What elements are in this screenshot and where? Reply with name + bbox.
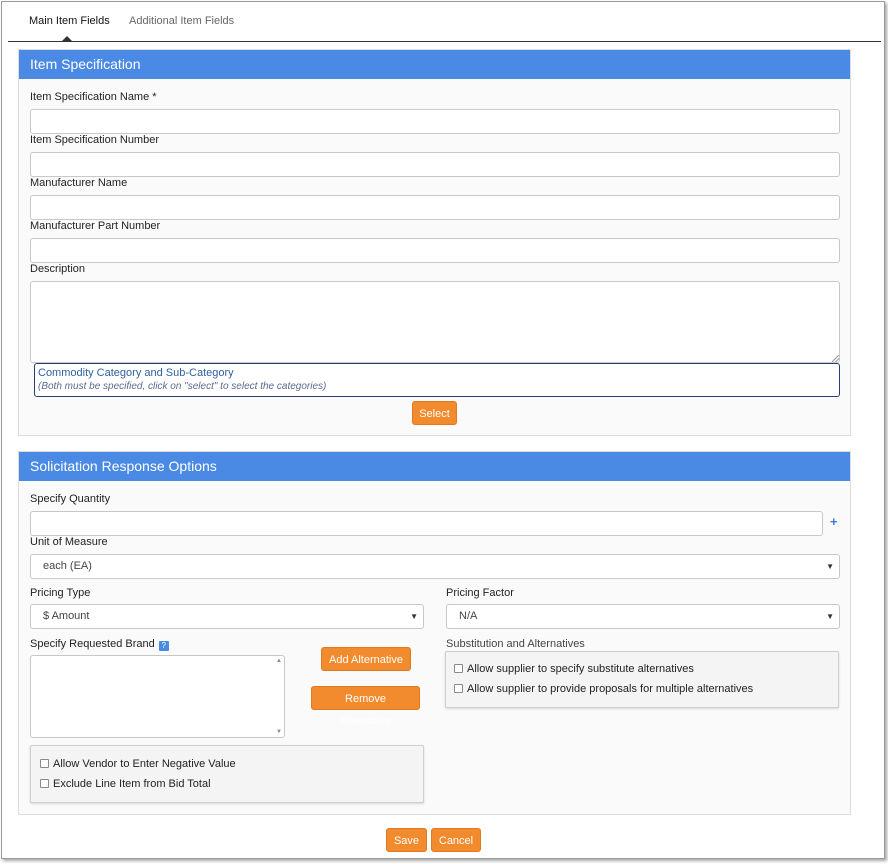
unit-of-measure-label: Unit of Measure (30, 536, 108, 548)
pricing-factor-value: N/A (459, 610, 478, 622)
allow-multiple-checkbox-row[interactable]: Allow supplier to provide proposals for … (454, 683, 753, 695)
manufacturer-name-label: Manufacturer Name (30, 177, 128, 189)
item-specification-panel: Item Specification Item Specification Na… (18, 49, 851, 436)
chevron-down-icon: ▼ (826, 562, 834, 571)
substitution-options-well: Allow supplier to specify substitute alt… (445, 651, 839, 708)
unit-of-measure-select[interactable]: each (EA) ▼ (30, 554, 840, 579)
requested-brand-label-text: Specify Requested Brand (30, 638, 155, 650)
manufacturer-part-number-label: Manufacturer Part Number (30, 220, 161, 232)
allow-multiple-checkbox[interactable] (454, 684, 463, 693)
allow-negative-label: Allow Vendor to Enter Negative Value (53, 758, 236, 770)
save-button[interactable]: Save (386, 828, 427, 852)
requested-brand-wrap: ▲ ▼ (30, 655, 285, 738)
requested-brand-label: Specify Requested Brand? (30, 638, 169, 651)
description-textarea[interactable] (30, 281, 840, 363)
add-quantity-plus-icon[interactable]: + (830, 514, 838, 529)
tab-main-item-fields[interactable]: Main Item Fields (29, 15, 110, 27)
exclude-line-label: Exclude Line Item from Bid Total (53, 778, 211, 790)
quantity-input[interactable] (30, 511, 823, 536)
item-spec-name-label: Item Specification Name * (30, 91, 157, 103)
unit-of-measure-value: each (EA) (43, 560, 92, 572)
allow-substitute-checkbox-row[interactable]: Allow supplier to specify substitute alt… (454, 663, 694, 675)
scroll-up-icon[interactable]: ▲ (276, 658, 282, 664)
item-spec-name-input[interactable] (30, 109, 840, 134)
item-specification-header: Item Specification (19, 50, 850, 79)
select-category-button[interactable]: Select (412, 401, 457, 425)
tab-additional-item-fields[interactable]: Additional Item Fields (129, 15, 234, 27)
help-icon[interactable]: ? (158, 641, 169, 651)
manufacturer-name-input[interactable] (30, 195, 840, 220)
resize-grip-icon[interactable] (832, 355, 839, 362)
scroll-down-icon[interactable]: ▼ (276, 729, 282, 735)
description-label: Description (30, 263, 86, 275)
manufacturer-part-number-input[interactable] (30, 238, 840, 263)
item-spec-number-input[interactable] (30, 152, 840, 177)
pricing-factor-select[interactable]: N/A ▼ (446, 604, 840, 629)
cancel-button[interactable]: Cancel (431, 828, 481, 852)
item-spec-number-label: Item Specification Number (30, 134, 159, 146)
allow-negative-checkbox-row[interactable]: Allow Vendor to Enter Negative Value (40, 758, 236, 770)
pricing-type-value: $ Amount (43, 610, 90, 622)
pricing-type-select[interactable]: $ Amount ▼ (30, 604, 424, 629)
add-alternative-button[interactable]: Add Alternative (321, 647, 411, 671)
commodity-category-box: Commodity Category and Sub-Category (Bot… (34, 363, 840, 397)
allow-substitute-label: Allow supplier to specify substitute alt… (467, 663, 694, 675)
active-tab-caret (61, 36, 73, 42)
chevron-down-icon: ▼ (826, 612, 834, 621)
solicitation-response-header: Solicitation Response Options (19, 452, 850, 481)
substitution-label: Substitution and Alternatives (446, 638, 585, 650)
pricing-type-label: Pricing Type (30, 587, 91, 599)
description-wrap (30, 281, 840, 363)
remove-alternative-button[interactable]: Remove Alternative (311, 686, 420, 727)
chevron-down-icon: ▼ (410, 612, 418, 621)
solicitation-response-panel: Solicitation Response Options Specify Qu… (18, 451, 851, 815)
quantity-label: Specify Quantity (30, 493, 111, 505)
tab-bar: Main Item Fields Additional Item Fields (8, 2, 881, 42)
commodity-hint: (Both must be specified, click on "selec… (38, 381, 327, 392)
allow-negative-checkbox[interactable] (40, 759, 49, 768)
pricing-factor-label: Pricing Factor (446, 587, 514, 599)
allow-substitute-checkbox[interactable] (454, 664, 463, 673)
commodity-title: Commodity Category and Sub-Category (38, 367, 234, 379)
allow-multiple-label: Allow supplier to provide proposals for … (467, 683, 754, 695)
exclude-line-checkbox-row[interactable]: Exclude Line Item from Bid Total (40, 778, 211, 790)
line-options-well: Allow Vendor to Enter Negative Value Exc… (30, 745, 424, 803)
app-window: Main Item Fields Additional Item Fields … (1, 1, 885, 859)
exclude-line-checkbox[interactable] (40, 779, 49, 788)
requested-brand-textarea[interactable] (30, 655, 285, 738)
